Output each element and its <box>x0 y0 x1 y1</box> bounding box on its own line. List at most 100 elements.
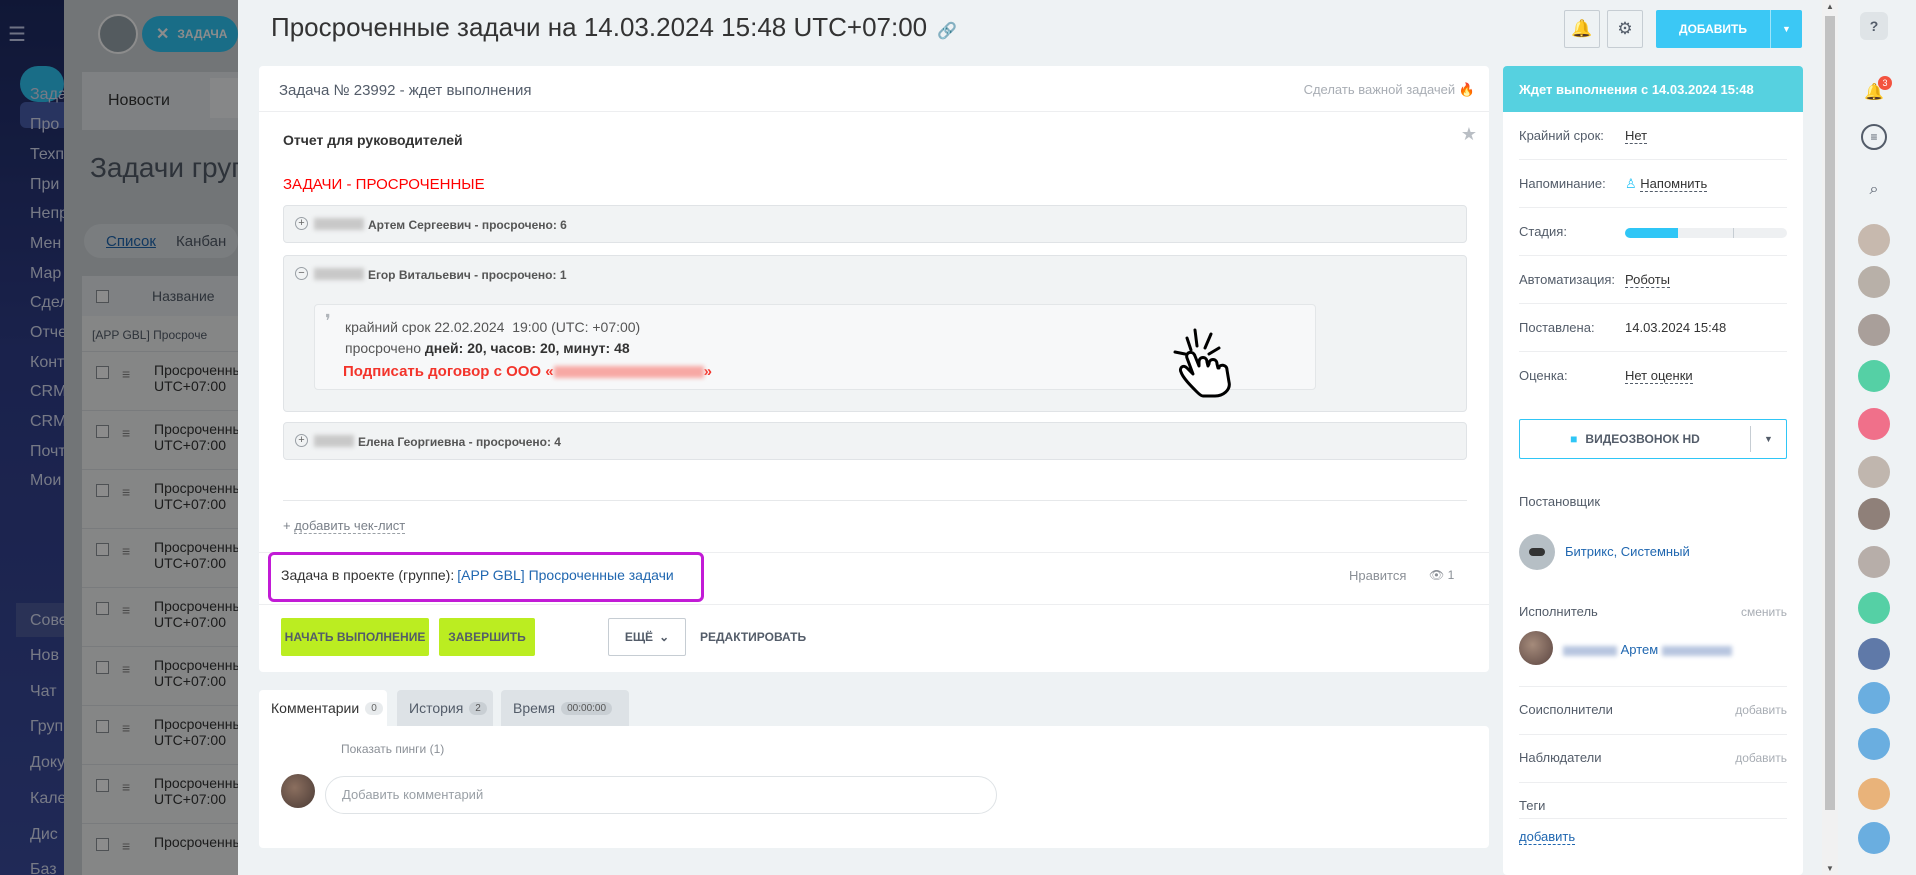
task-sidebar: Ждет выполнения с 14.03.2024 15:48 Крайн… <box>1503 66 1803 875</box>
finish-button[interactable]: ЗАВЕРШИТЬ <box>439 618 535 656</box>
tab-count: 0 <box>365 701 383 715</box>
star-icon[interactable]: ★ <box>1461 124 1477 145</box>
scrollbar-thumb[interactable] <box>1825 16 1835 810</box>
creator-link[interactable]: Битрикс, Системный <box>1565 544 1690 559</box>
camera-icon: ■ <box>1570 432 1578 446</box>
report-group[interactable]: + Артем Сергеевич - просрочено: 6 <box>283 205 1467 243</box>
avatar[interactable] <box>1858 266 1890 298</box>
blurred-company <box>553 366 704 379</box>
project-label: Задача в проекте (группе): <box>281 567 455 583</box>
scroll-down-icon[interactable]: ▼ <box>1826 864 1834 873</box>
chevron-down-icon[interactable]: ▼ <box>1770 10 1802 48</box>
avatar[interactable] <box>1858 456 1890 488</box>
link-icon[interactable]: 🔗 <box>937 23 957 40</box>
reminder-label: Напоминание: <box>1519 176 1606 191</box>
scroll-up-icon[interactable]: ▲ <box>1826 2 1834 11</box>
stage-progress[interactable] <box>1625 228 1787 238</box>
add-button-label: ДОБАВИТЬ <box>1679 22 1747 36</box>
blurred-surname <box>314 268 364 280</box>
tab-time[interactable]: Время 00:00:00 <box>501 690 629 726</box>
chat-icon[interactable]: ≡ <box>1861 124 1887 150</box>
chevron-down-icon: ⌄ <box>659 630 670 644</box>
group-chat-icon[interactable] <box>1858 638 1890 670</box>
avatar[interactable] <box>1858 224 1890 256</box>
group-icon[interactable] <box>1858 682 1890 714</box>
report-group-expanded[interactable]: − Егор Витальевич - просрочено: 1 ❜ край… <box>283 255 1467 412</box>
scrollbar[interactable]: ▲ ▼ <box>1822 0 1838 875</box>
add-checklist-link[interactable]: + добавить чек-лист <box>283 518 406 534</box>
page-title-text: Просроченные задачи на 14.03.2024 15:48 … <box>271 12 928 42</box>
add-auditor-link[interactable]: добавить <box>1735 751 1787 765</box>
more-button[interactable]: ЕЩЁ ⌄ <box>608 618 686 656</box>
comment-input[interactable]: Добавить комментарий <box>325 776 997 814</box>
settings-button[interactable]: ⚙ <box>1607 10 1643 48</box>
tab-comments[interactable]: Комментарии 0 <box>259 690 387 726</box>
tab-label: История <box>409 700 464 716</box>
group-avatar[interactable] <box>1858 778 1890 810</box>
expand-icon[interactable]: + <box>295 217 308 230</box>
views-counter: 👁 1 <box>1429 568 1454 582</box>
add-accomplice-link[interactable]: добавить <box>1735 703 1787 717</box>
chevron-down-icon[interactable]: ▼ <box>1750 426 1786 452</box>
change-responsible-link[interactable]: сменить <box>1741 605 1787 619</box>
section-title: ЗАДАЧИ - ПРОСРОЧЕННЫЕ <box>283 176 485 193</box>
responsible-section: Исполнитель сменить <box>1519 604 1787 619</box>
divider <box>283 500 1467 501</box>
auditors-label: Наблюдатели <box>1519 750 1602 765</box>
video-call-main[interactable]: ■ ВИДЕОЗВОНОК HD <box>1520 432 1750 446</box>
report-group[interactable]: + Елена Георгиевна - просрочено: 4 <box>283 422 1467 460</box>
right-bar: ? 🔔 3 ≡ ⌕ <box>1838 0 1916 875</box>
user-icon[interactable] <box>1858 822 1890 854</box>
task-suffix: » <box>703 363 712 380</box>
bell-button[interactable]: 🔔 <box>1564 10 1600 48</box>
stage-row: Стадия: <box>1519 208 1787 256</box>
show-pings-link[interactable]: Показать пинги (1) <box>341 742 444 756</box>
rating-value[interactable]: Нет оценки <box>1625 368 1693 384</box>
views-count: 1 <box>1447 568 1455 582</box>
automation-value[interactable]: Роботы <box>1625 272 1671 288</box>
creator-section: Постановщик <box>1519 494 1787 509</box>
overdue-task-link[interactable]: Подписать договор с ООО « » <box>343 363 712 380</box>
automation-row: Автоматизация: Роботы <box>1519 256 1787 304</box>
stage-separator <box>1733 228 1734 238</box>
divider <box>1519 734 1787 735</box>
reminder-value: Напомнить <box>1640 176 1708 192</box>
tab-count: 2 <box>469 701 487 715</box>
project-link[interactable]: [APP GBL] Просроченные задачи <box>457 567 673 583</box>
edit-button[interactable]: РЕДАКТИРОВАТЬ <box>700 630 806 644</box>
reminder-row: Напоминание: ♙ Напомнить <box>1519 160 1787 208</box>
group-icon[interactable] <box>1858 592 1890 624</box>
start-button[interactable]: НАЧАТЬ ВЫПОЛНЕНИЕ <box>281 618 429 656</box>
overdue-text: просрочено дней: 20, часов: 20, минут: 4… <box>345 340 630 356</box>
avatar[interactable] <box>1858 498 1890 530</box>
like-link[interactable]: Нравится <box>1349 568 1406 583</box>
auditors-section: Наблюдатели добавить <box>1519 750 1787 765</box>
stage-label: Стадия: <box>1519 224 1567 239</box>
phone-icon[interactable] <box>1858 408 1890 440</box>
status-header: Ждет выполнения с 14.03.2024 15:48 <box>1503 66 1803 112</box>
project-highlight: Задача в проекте (группе): [APP GBL] Прос… <box>268 552 704 602</box>
rating-label: Оценка: <box>1519 368 1568 383</box>
deadline-value[interactable]: Нет <box>1625 128 1648 144</box>
expand-icon[interactable]: + <box>295 434 308 447</box>
video-call-button[interactable]: ■ ВИДЕОЗВОНОК HD ▼ <box>1519 419 1787 459</box>
help-icon[interactable]: ? <box>1860 12 1888 40</box>
group-icon[interactable] <box>1858 728 1890 760</box>
add-button[interactable]: ДОБАВИТЬ ▼ <box>1656 10 1802 48</box>
more-label: ЕЩЁ <box>624 630 654 644</box>
deadline-label: Крайний срок: <box>1519 128 1604 143</box>
collapse-icon[interactable]: − <box>295 267 308 280</box>
reminder-link[interactable]: ♙ Напомнить <box>1625 176 1708 192</box>
created-row: Поставлена: 14.03.2024 15:48 <box>1519 304 1787 352</box>
rating-row: Оценка: Нет оценки <box>1519 352 1787 400</box>
tab-history[interactable]: История 2 <box>397 690 493 726</box>
make-important-link[interactable]: Сделать важной задачей 🔥 <box>1304 82 1475 98</box>
overdue-task-quote: ❜ крайний срок 22.02.2024 19:00 (UTC: +0… <box>314 304 1316 390</box>
responsible-link[interactable]: Артем <box>1563 642 1732 657</box>
search-icon[interactable]: ⌕ <box>1858 174 1890 206</box>
calendar-icon[interactable] <box>1858 360 1890 392</box>
add-tag-link[interactable]: добавить <box>1519 829 1576 845</box>
avatar[interactable] <box>1858 314 1890 346</box>
overlay-dim[interactable] <box>0 0 238 875</box>
avatar[interactable] <box>1858 546 1890 578</box>
